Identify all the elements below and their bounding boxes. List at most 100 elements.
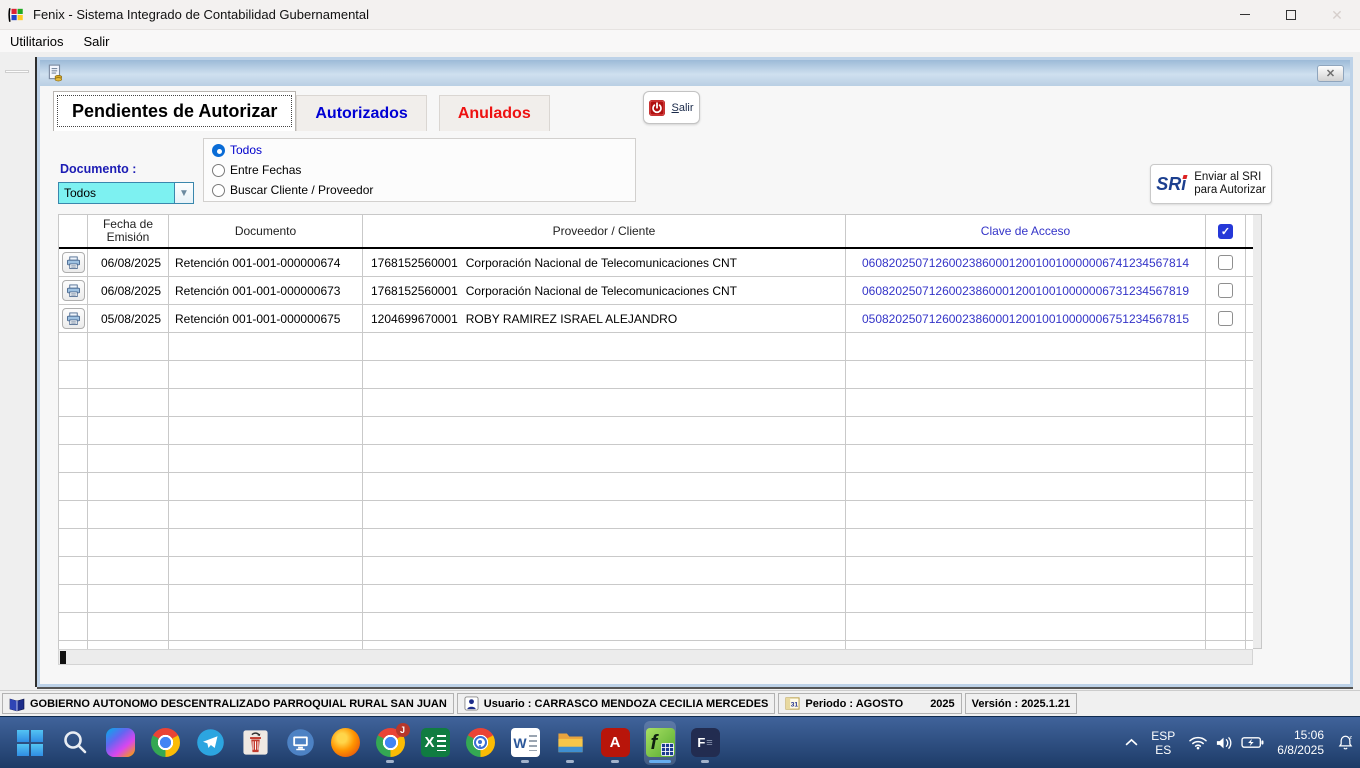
form-close-button[interactable]: ✕ (1317, 65, 1344, 82)
enviar-al-sri-button[interactable]: SRi Enviar al SRI para Autorizar (1150, 164, 1272, 204)
taskbar-button-copilot[interactable] (104, 721, 136, 765)
notifications-bell-icon[interactable]: z (1337, 734, 1354, 751)
taskbar-button-file-explorer[interactable] (554, 721, 586, 765)
taskbar-button-recycle-bin[interactable] (239, 721, 271, 765)
scrollbar-thumb[interactable] (60, 651, 66, 664)
print-cell (59, 529, 88, 556)
radio-entre-fechas[interactable]: Entre Fechas (212, 163, 627, 177)
tab-anulados[interactable]: Anulados (439, 95, 550, 131)
taskbar-button-search[interactable] (59, 721, 91, 765)
radio-buscar-cliente-proveedor[interactable]: Buscar Cliente / Proveedor (212, 183, 627, 197)
header-filler (1246, 215, 1253, 247)
volume-icon[interactable] (1215, 735, 1234, 751)
menu-utilitarios[interactable]: Utilitarios (0, 30, 73, 52)
minimize-button[interactable] (1222, 0, 1268, 29)
table-row-empty (59, 585, 1253, 613)
wifi-icon[interactable] (1188, 735, 1208, 750)
select-all-checkbox[interactable] (1218, 224, 1233, 239)
header-fecha-emision[interactable]: Fecha de Emisión (88, 215, 169, 247)
documento-cell (169, 417, 363, 444)
radio-todos[interactable]: Todos (212, 143, 627, 157)
taskbar-button-chrome-profile-j[interactable]: J (374, 721, 406, 765)
filler-cell (1246, 501, 1253, 528)
select-cell (1206, 249, 1246, 276)
filler-cell (1246, 445, 1253, 472)
tab-label: Anulados (458, 105, 531, 123)
language-indicator[interactable]: ESPES (1151, 729, 1175, 757)
header-documento[interactable]: Documento (169, 215, 363, 247)
table-row: 06/08/2025Retención 001-001-000000674176… (59, 249, 1253, 277)
taskbar-button-remote-desktop[interactable] (284, 721, 316, 765)
running-indicator (649, 760, 671, 763)
radio-label: Entre Fechas (230, 163, 301, 177)
proveedor-cliente-cell (363, 417, 846, 444)
maximize-button[interactable] (1268, 0, 1314, 29)
book-icon (9, 696, 25, 712)
select-cell (1206, 361, 1246, 388)
running-indicator (521, 760, 529, 763)
word-icon: W (511, 728, 540, 757)
printer-icon (66, 256, 81, 270)
header-clave-acceso[interactable]: Clave de Acceso (846, 215, 1206, 247)
row-checkbox[interactable] (1218, 255, 1233, 270)
proveedor-cliente-cell: 1768152560001Corporación Nacional de Tel… (363, 249, 846, 276)
row-checkbox[interactable] (1218, 311, 1233, 326)
taskbar-button-fenix[interactable]: f (644, 721, 676, 765)
select-cell (1206, 613, 1246, 640)
print-button[interactable] (62, 280, 85, 301)
salir-button[interactable]: Salir (643, 91, 700, 124)
horizontal-scrollbar[interactable] (58, 649, 1253, 665)
profile-badge: J (396, 723, 410, 737)
documents-table: Fecha de Emisión Documento Proveedor / C… (58, 214, 1253, 650)
taskbar-button-word[interactable]: W (509, 721, 541, 765)
battery-icon[interactable] (1241, 736, 1264, 749)
close-button[interactable]: ✕ (1314, 0, 1360, 29)
row-checkbox[interactable] (1218, 283, 1233, 298)
running-indicator (701, 760, 709, 763)
documento-cell (169, 585, 363, 612)
menu-salir[interactable]: Salir (73, 30, 119, 52)
clock[interactable]: 15:06 6/8/2025 (1277, 728, 1324, 758)
calendar-icon: 31 (785, 696, 800, 711)
vertical-scrollbar[interactable] (1253, 214, 1262, 649)
documento-cell (169, 501, 363, 528)
fecha-emision-cell (88, 529, 169, 556)
tray-date: 6/8/2025 (1277, 743, 1324, 758)
print-cell (59, 445, 88, 472)
select-cell (1206, 417, 1246, 444)
print-button[interactable] (62, 252, 85, 273)
app-window-icon (7, 6, 25, 24)
copilot-icon (106, 728, 135, 757)
window-title: Fenix - Sistema Integrado de Contabilida… (33, 7, 369, 22)
table-row-empty (59, 417, 1253, 445)
taskbar-button-firefox[interactable] (329, 721, 361, 765)
header-proveedor-cliente[interactable]: Proveedor / Cliente (363, 215, 846, 247)
filler-cell (1246, 333, 1253, 360)
documento-dropdown[interactable]: Todos ▼ (58, 182, 194, 204)
close-icon: ✕ (1331, 8, 1343, 22)
print-button[interactable] (62, 308, 85, 329)
fecha-emision-cell (88, 613, 169, 640)
clave-acceso-cell: 0608202507126002386000120010010000006741… (846, 249, 1206, 276)
taskbar-button-chrome[interactable] (149, 721, 181, 765)
clave-acceso-cell (846, 557, 1206, 584)
tray-chevron-up-icon[interactable] (1125, 738, 1138, 747)
radio-icon (212, 164, 225, 177)
panel-grip[interactable] (5, 70, 29, 73)
table-row-empty (59, 557, 1253, 585)
filler-cell (1246, 417, 1253, 444)
fecha-emision-cell (88, 585, 169, 612)
tab-autorizados[interactable]: Autorizados (296, 95, 426, 131)
taskbar-button-chrome-profile[interactable] (464, 721, 496, 765)
taskbar-button-start[interactable] (14, 721, 46, 765)
taskbar-button-fenix-facturacion[interactable]: F≡ (689, 721, 721, 765)
chevron-down-icon[interactable]: ▼ (174, 183, 193, 203)
tab-pendientes-de-autorizar[interactable]: Pendientes de Autorizar (53, 91, 296, 131)
taskbar-button-telegram[interactable] (194, 721, 226, 765)
fecha-emision-cell (88, 417, 169, 444)
form-close-icon: ✕ (1326, 67, 1335, 80)
tab-label: Autorizados (315, 105, 407, 123)
taskbar-button-excel[interactable]: X (419, 721, 451, 765)
taskbar-button-acrobat[interactable]: A (599, 721, 631, 765)
print-cell (59, 249, 88, 276)
